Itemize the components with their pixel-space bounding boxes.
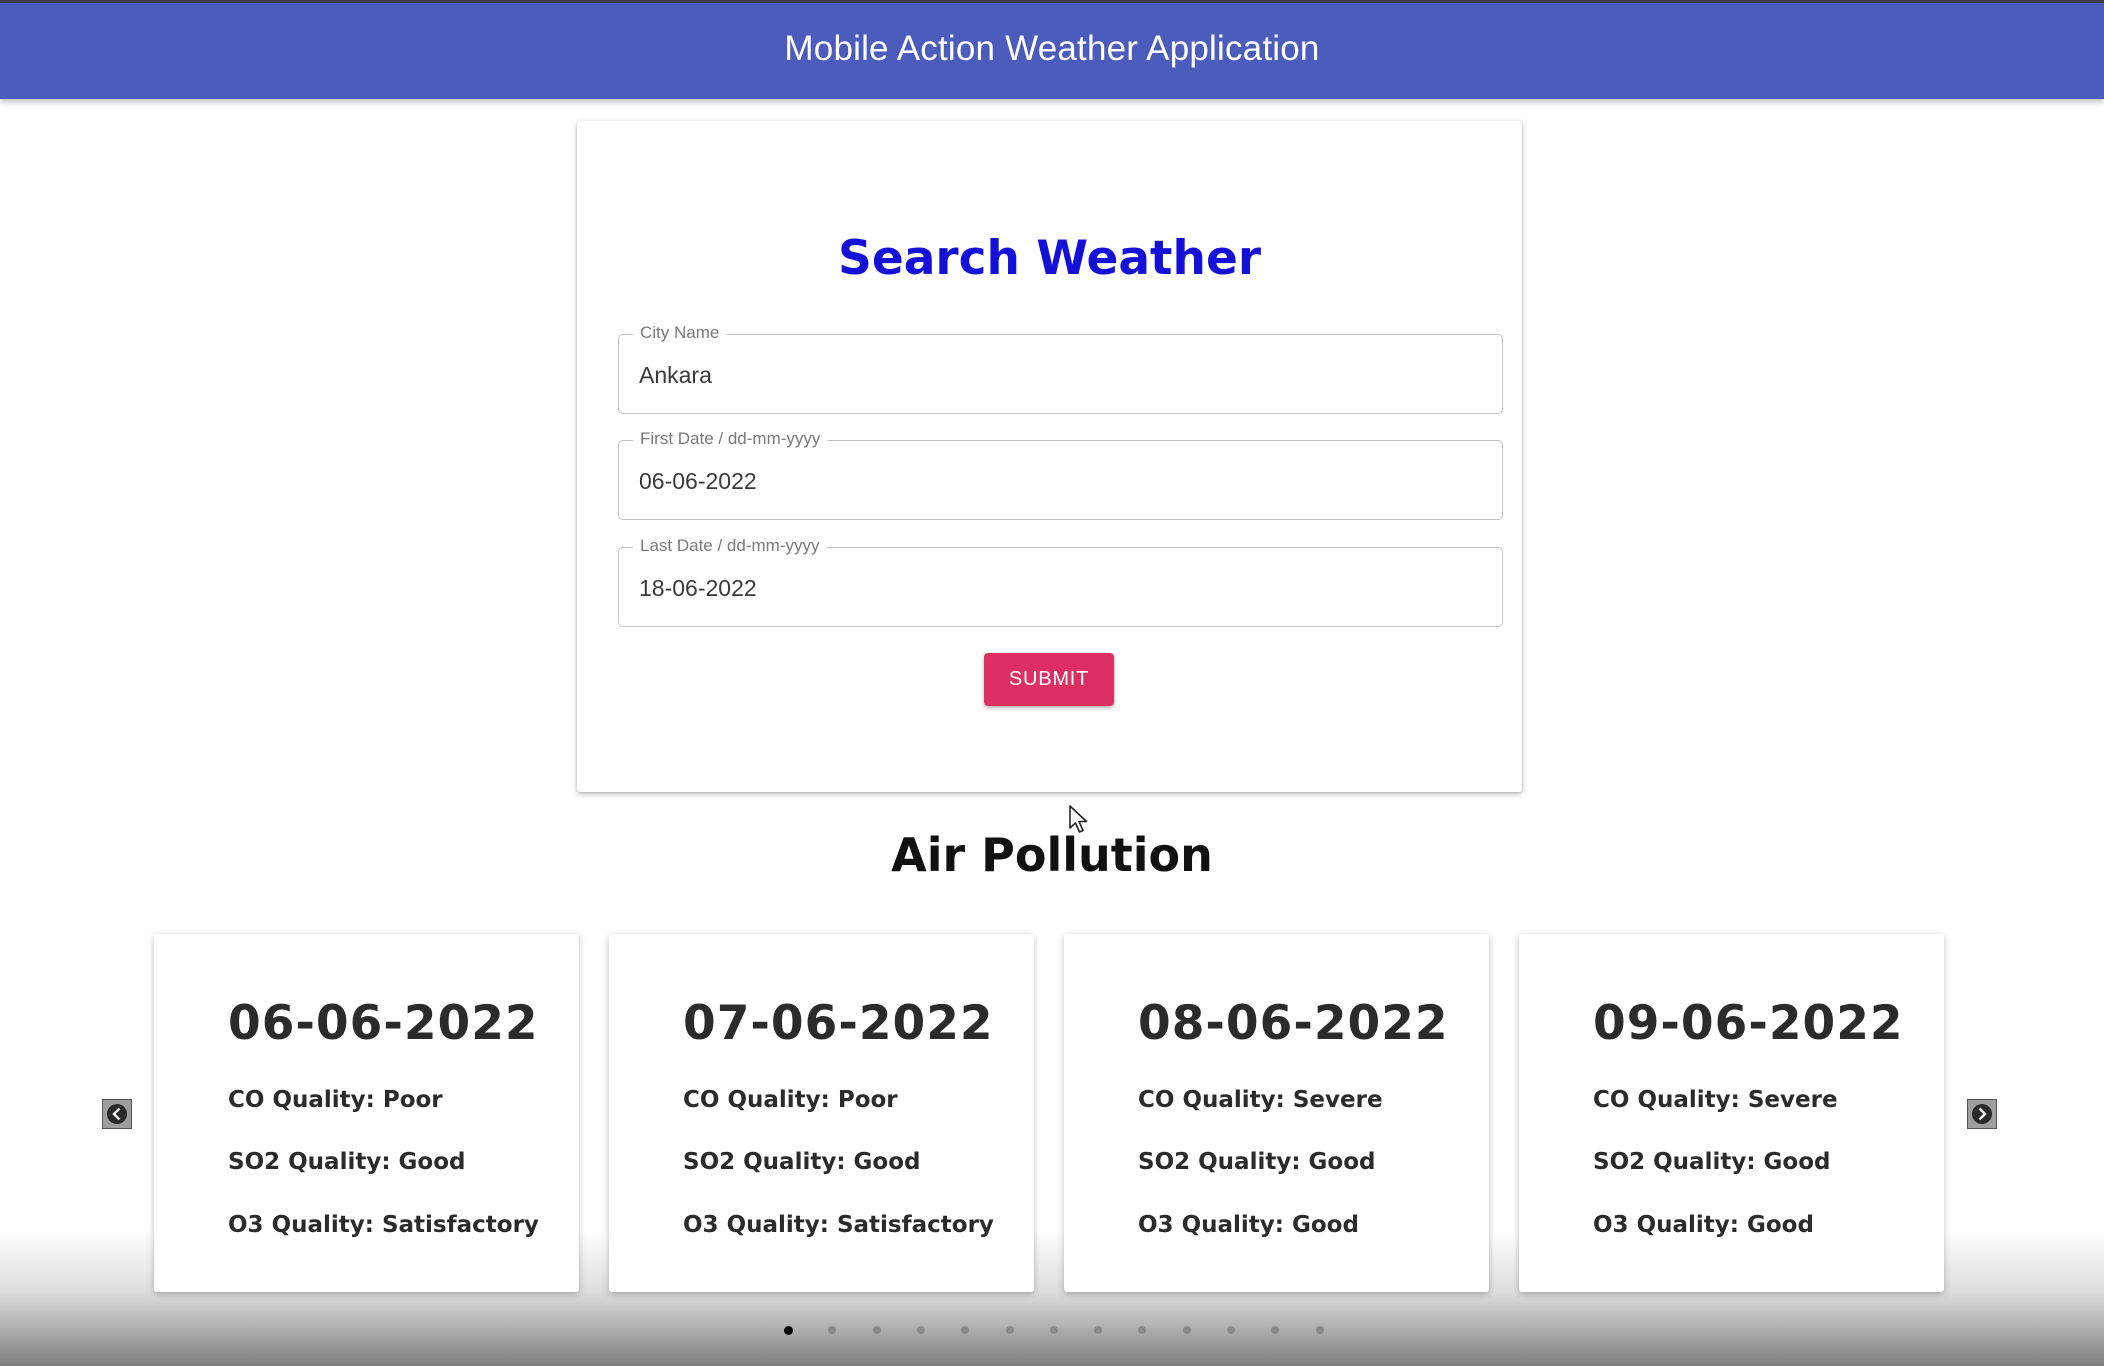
city-name-input[interactable] [639, 335, 1479, 415]
carousel-dot[interactable] [784, 1326, 793, 1335]
first-date-input[interactable] [639, 441, 1479, 521]
so2-quality: SO2 Quality: Good [1593, 1149, 1831, 1175]
co-quality: CO Quality: Poor [228, 1087, 443, 1113]
pollution-card: 09-06-2022 CO Quality: Severe SO2 Qualit… [1519, 934, 1944, 1292]
carousel-dot[interactable] [1315, 1326, 1324, 1334]
o3-quality: O3 Quality: Good [1593, 1212, 1814, 1238]
co-quality: CO Quality: Severe [1138, 1087, 1383, 1113]
carousel-dot[interactable] [1049, 1326, 1058, 1334]
co-quality: CO Quality: Poor [683, 1087, 898, 1113]
so2-quality: SO2 Quality: Good [1138, 1149, 1376, 1175]
pollution-card-date: 07-06-2022 [683, 996, 994, 1051]
carousel-dot[interactable] [1182, 1326, 1191, 1334]
pollution-card-date: 08-06-2022 [1138, 996, 1449, 1051]
pollution-card-date: 09-06-2022 [1593, 996, 1904, 1051]
carousel-dot[interactable] [1094, 1326, 1103, 1334]
carousel-dot[interactable] [916, 1326, 925, 1334]
submit-button[interactable]: SUBMIT [984, 653, 1114, 706]
carousel-prev-button[interactable] [102, 1099, 132, 1129]
o3-quality: O3 Quality: Satisfactory [683, 1212, 994, 1238]
chevron-right-icon [1972, 1104, 1992, 1124]
pollution-card: 08-06-2022 CO Quality: Severe SO2 Qualit… [1064, 934, 1489, 1292]
carousel-dot[interactable] [1227, 1326, 1235, 1334]
carousel-pagination [0, 1326, 2104, 1336]
last-date-input[interactable] [639, 548, 1479, 628]
carousel-dot[interactable] [872, 1326, 881, 1334]
carousel-dot[interactable] [1138, 1326, 1147, 1334]
so2-quality: SO2 Quality: Good [683, 1149, 921, 1175]
so2-quality: SO2 Quality: Good [228, 1149, 466, 1175]
search-title: Search Weather [837, 231, 1262, 286]
last-date-field[interactable]: Last Date / dd-mm-yyyy [618, 536, 1503, 628]
carousel-dot[interactable] [1271, 1326, 1280, 1334]
app-bar: Mobile Action Weather Application [0, 3, 2104, 99]
o3-quality: O3 Quality: Satisfactory [228, 1212, 539, 1238]
carousel-dot[interactable] [828, 1326, 837, 1334]
pollution-card-date: 06-06-2022 [228, 996, 539, 1051]
chevron-left-icon [107, 1104, 127, 1124]
carousel-dot[interactable] [1005, 1326, 1014, 1334]
city-name-field[interactable]: City Name [618, 323, 1503, 415]
carousel-next-button[interactable] [1967, 1099, 1997, 1129]
pollution-card: 07-06-2022 CO Quality: Poor SO2 Quality:… [609, 934, 1034, 1292]
air-pollution-title: Air Pollution [891, 828, 1213, 882]
first-date-field[interactable]: First Date / dd-mm-yyyy [618, 429, 1503, 521]
co-quality: CO Quality: Severe [1593, 1087, 1838, 1113]
o3-quality: O3 Quality: Good [1138, 1212, 1359, 1238]
app-title: Mobile Action Weather Application [784, 28, 1320, 68]
pollution-card: 06-06-2022 CO Quality: Poor SO2 Quality:… [154, 934, 579, 1292]
carousel-dot[interactable] [961, 1326, 970, 1334]
